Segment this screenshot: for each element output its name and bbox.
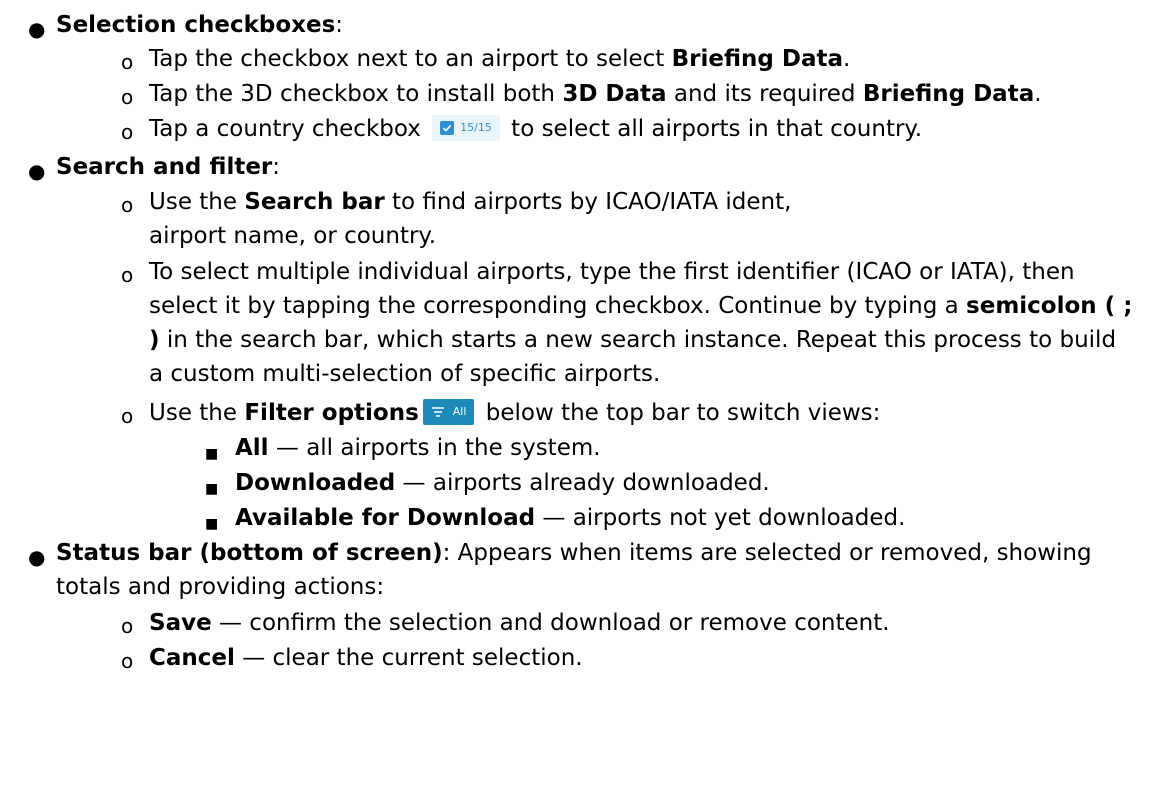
country-count: 15/15 — [460, 120, 492, 134]
section-heading-search: Search and filter: — [56, 154, 281, 180]
bullet: o — [121, 614, 134, 638]
filter-options-chip: All — [422, 398, 475, 425]
list-item: Save — confirm the selection and downloa… — [149, 610, 890, 636]
list-item: Tap a country checkbox 15/15 to select a… — [149, 114, 923, 142]
list-item: Cancel — clear the current selection. — [149, 645, 583, 671]
bullet: ■ — [205, 446, 219, 462]
list-item: Downloaded — airports already downloaded… — [235, 470, 770, 496]
list-item: Available for Download — airports not ye… — [235, 505, 906, 531]
list-item: To select multiple individual airports, … — [149, 259, 1133, 387]
bullet: o — [121, 50, 134, 74]
list-item: All — all airports in the system. — [235, 435, 601, 461]
country-checkbox-chip: 15/15 — [432, 114, 500, 141]
bullet: ● — [28, 545, 46, 569]
bullet: ● — [28, 159, 46, 183]
bullet: o — [121, 404, 134, 428]
bullet: o — [121, 85, 134, 109]
list-item: Tap the 3D checkbox to install both 3D D… — [149, 81, 1042, 107]
list-item: Use the Search bar to find airports by I… — [149, 189, 792, 249]
bullet: o — [121, 649, 134, 673]
document: ● Selection checkboxes: o Tap the checkb… — [0, 0, 1149, 804]
bullet: o — [121, 120, 134, 144]
checkmark-icon — [440, 120, 455, 135]
filter-label: All — [452, 404, 467, 418]
bullet: o — [121, 193, 134, 217]
filter-lines-icon — [431, 406, 444, 417]
list-item: Use the Filter options All below the top … — [149, 398, 881, 426]
bullet: o — [121, 263, 134, 287]
list-item: Tap the checkbox next to an airport to s… — [149, 46, 851, 72]
bullet: ■ — [205, 481, 219, 497]
bullet: ● — [28, 17, 46, 41]
section-heading-selection: Selection checkboxes: — [56, 12, 344, 38]
section-heading-status: Status bar (bottom of screen): Appears w… — [56, 540, 1092, 600]
